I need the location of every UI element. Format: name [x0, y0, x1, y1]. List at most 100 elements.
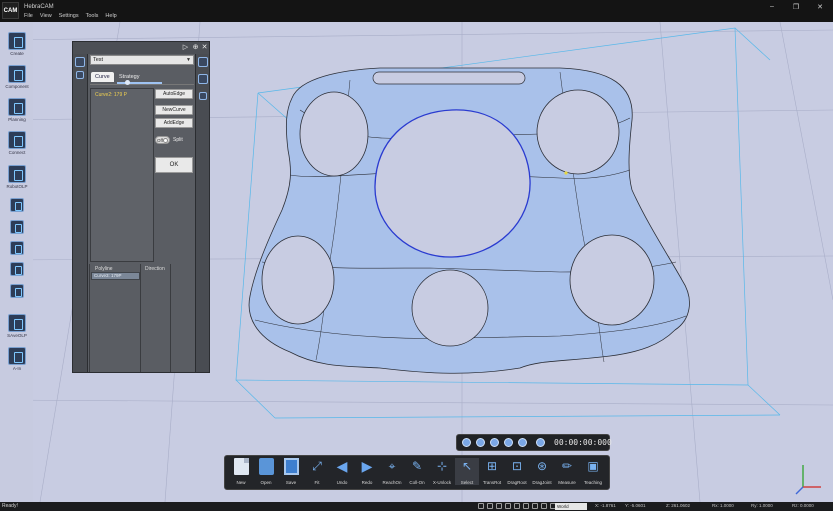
menu-view[interactable]: View: [40, 13, 52, 19]
grid-icon[interactable]: [487, 503, 493, 509]
clipboard-icon: [10, 284, 24, 298]
dragroot-icon: ⊡: [511, 459, 523, 473]
tool-icon: [10, 198, 24, 212]
select-label: Select: [460, 480, 474, 485]
play-icon[interactable]: [462, 438, 471, 447]
teaching-button[interactable]: ▣ Teaching: [581, 458, 605, 485]
undo-button[interactable]: ◀ Undo: [330, 458, 354, 485]
maximize-button[interactable]: ❐: [791, 3, 801, 11]
speed-icon[interactable]: [518, 438, 527, 447]
redo-label: Redo: [361, 480, 373, 485]
reach-on-button[interactable]: ⌖ ReachOn: [380, 458, 404, 485]
undo-label: Undo: [336, 480, 348, 485]
reach-on-icon: ⌖: [388, 459, 396, 473]
lock-icon[interactable]: [514, 503, 520, 509]
gear-tool[interactable]: [4, 220, 30, 234]
panel-curve-icon[interactable]: [75, 57, 85, 67]
open-label: Open: [260, 480, 272, 485]
window-controls: – ❐ ✕: [767, 3, 825, 11]
loop-icon[interactable]: [490, 438, 499, 447]
redo-button[interactable]: ▶ Redo: [355, 458, 379, 485]
panel-close-button[interactable]: ✕: [200, 43, 209, 51]
title-bar: CAM HebraCAM File View Settings Tools He…: [0, 0, 833, 22]
collision-on-icon: ✎: [411, 459, 423, 473]
dragroot-button[interactable]: ⊡ DragRoot: [505, 458, 529, 485]
a-in-tool[interactable]: A-In: [4, 347, 30, 371]
dragjoint-button[interactable]: ⊛ DragJoint: [530, 458, 554, 485]
menu-tools[interactable]: Tools: [86, 13, 99, 19]
menu-settings[interactable]: Settings: [59, 13, 79, 19]
tab-curve[interactable]: Curve: [91, 72, 114, 82]
left-toolbar: Create Component Planning Connect RobotO…: [0, 22, 33, 502]
curve-list-item[interactable]: Curve2: 179 P: [95, 92, 127, 98]
select-button[interactable]: ↖ Select: [455, 458, 479, 485]
menu-file[interactable]: File: [24, 13, 33, 19]
save-button[interactable]: Save: [279, 458, 303, 485]
open-button[interactable]: Open: [254, 458, 278, 485]
settings-icon[interactable]: [536, 438, 545, 447]
robot-olp-tool[interactable]: RobotOLP: [4, 165, 30, 189]
curve-panel: ▷ ⊕ ✕ Test ▼ Curve Strategy Curve2: 179 …: [72, 41, 210, 373]
tool-button[interactable]: [4, 198, 30, 212]
planning-tool[interactable]: Planning: [4, 98, 30, 122]
new-curve-button[interactable]: NewCurve: [155, 105, 193, 115]
dot-tool[interactable]: [4, 241, 30, 255]
view-icon[interactable]: [523, 503, 529, 509]
fit-button[interactable]: ⤢ Fit: [305, 458, 329, 485]
create-label: Create: [10, 51, 24, 56]
fit-label: Fit: [314, 480, 320, 485]
split-toggle[interactable]: Off: [155, 136, 170, 144]
record-icon[interactable]: [504, 438, 513, 447]
x-unlock-button[interactable]: ⊹ X-Unlock: [430, 458, 454, 485]
component-tool[interactable]: Component: [4, 65, 30, 89]
clipboard-tool[interactable]: [4, 284, 30, 298]
table-row[interactable]: Curve3: 179P: [91, 272, 140, 280]
auto-edge-button[interactable]: AutoEdge: [155, 89, 193, 99]
tab-slider[interactable]: [117, 80, 162, 85]
coord-rx: Rx: 1.0000: [712, 503, 734, 508]
curve-list[interactable]: Curve2: 179 P: [90, 88, 154, 262]
collision-on-button[interactable]: ✎ Coll-On: [405, 458, 429, 485]
connect-tool[interactable]: Connect: [4, 131, 30, 155]
ortho-icon[interactable]: [496, 503, 502, 509]
minimize-button[interactable]: –: [767, 3, 777, 11]
panel-header: ▷ ⊕ ✕: [73, 42, 209, 54]
gear-icon: [10, 220, 24, 234]
panel-path-icon[interactable]: [198, 74, 208, 84]
panel-expand-icon[interactable]: [76, 71, 84, 79]
save-olp-label: SAveOLP: [7, 333, 27, 338]
pin-icon[interactable]: [541, 503, 547, 509]
transrot-button[interactable]: ⊞ TransRot: [480, 458, 504, 485]
x-unlock-label: X-Unlock: [432, 480, 452, 485]
create-tool[interactable]: Create: [4, 32, 30, 56]
snap-icon[interactable]: [478, 503, 484, 509]
curve-set-select[interactable]: Test ▼: [90, 55, 194, 65]
close-button[interactable]: ✕: [815, 3, 825, 11]
transrot-icon: ⊞: [486, 459, 498, 473]
ok-button[interactable]: OK: [155, 157, 193, 173]
layer-tool[interactable]: [4, 262, 30, 276]
dot-icon: [10, 241, 24, 255]
table-col-divider: [140, 264, 141, 372]
panel-arrow-icon[interactable]: [199, 92, 207, 100]
coord-rz: Rz: 0.0000: [792, 503, 814, 508]
connect-icon: [8, 131, 26, 149]
panel-edit-icon[interactable]: [198, 57, 208, 67]
panel-play-button[interactable]: ▷: [181, 43, 190, 51]
component-icon: [8, 65, 26, 83]
toggle-knob: [163, 138, 168, 143]
open-icon: [258, 458, 274, 475]
frame-select[interactable]: World: [555, 503, 587, 510]
layer-icon[interactable]: [505, 503, 511, 509]
playback-bar: 00:00:00:000: [456, 434, 612, 451]
save-olp-tool[interactable]: SAveOLP: [4, 314, 30, 338]
panel-add-button[interactable]: ⊕: [191, 43, 200, 51]
add-edge-button[interactable]: AddEdge: [155, 118, 193, 128]
new-button[interactable]: New: [229, 458, 253, 485]
measure-label: Measure: [558, 480, 576, 485]
measure-button[interactable]: ✏ Measure: [555, 458, 579, 485]
cube-icon[interactable]: [532, 503, 538, 509]
a-in-label: A-In: [12, 366, 22, 371]
menu-help[interactable]: Help: [105, 13, 116, 19]
step-icon[interactable]: [476, 438, 485, 447]
